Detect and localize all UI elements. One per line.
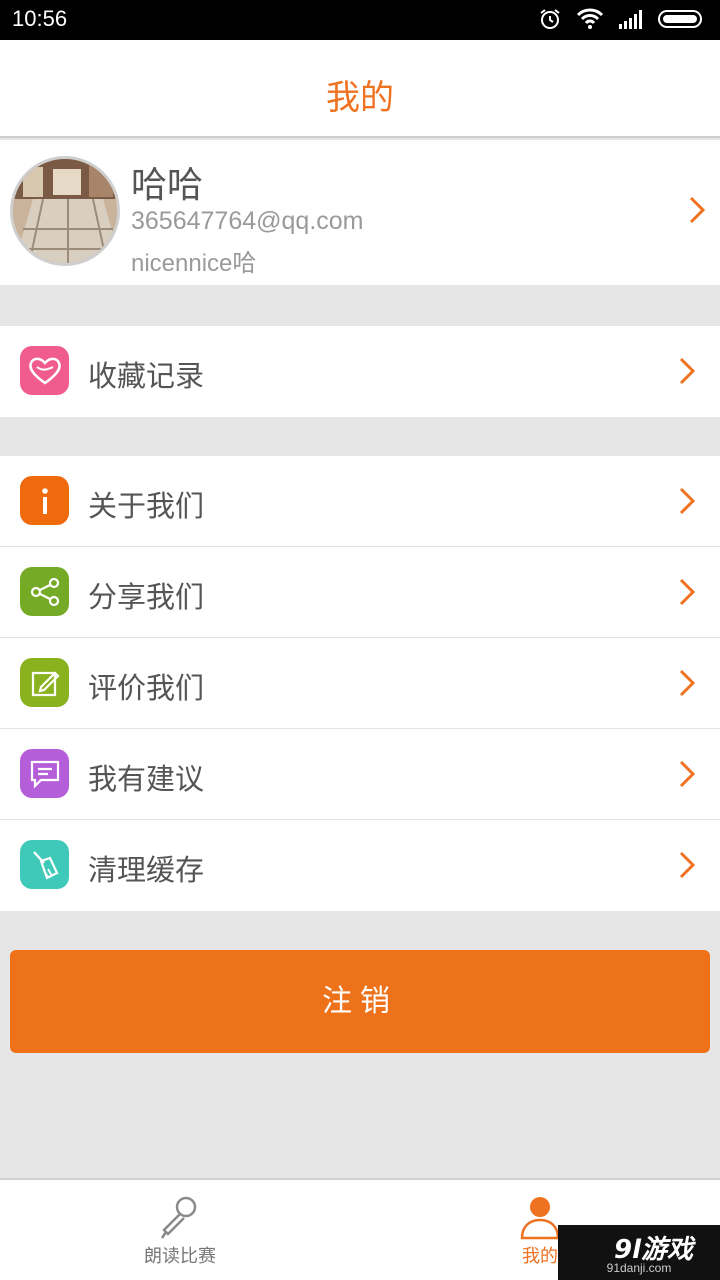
watermark-domain: 91danji.com xyxy=(606,1261,672,1275)
edit-icon xyxy=(20,658,69,707)
battery-icon xyxy=(658,9,706,29)
person-icon xyxy=(516,1194,564,1244)
chevron-right-icon xyxy=(688,195,706,229)
chevron-right-icon xyxy=(678,668,696,702)
info-icon xyxy=(20,476,69,525)
status-bar: 10:56 xyxy=(0,0,720,40)
chevron-right-icon xyxy=(678,850,696,884)
heart-icon xyxy=(20,346,69,395)
profile-name: 哈哈 xyxy=(131,165,204,206)
wifi-icon xyxy=(576,8,604,30)
logout-button[interactable]: 注销 xyxy=(10,950,710,1053)
profile-card[interactable]: 哈哈 365647764@qq.com nicennice哈 xyxy=(0,140,720,285)
menu-item-label: 收藏记录 xyxy=(88,359,205,393)
tab-label: 朗读比赛 xyxy=(144,1246,216,1267)
profile-nickname: nicennice哈 xyxy=(131,250,257,277)
menu-item-suggest[interactable]: 我有建议 xyxy=(0,729,720,820)
menu-item-share[interactable]: 分享我们 xyxy=(0,547,720,638)
status-time: 10:56 xyxy=(12,6,68,31)
menu-item-label: 关于我们 xyxy=(88,489,205,523)
menu-item-label: 清理缓存 xyxy=(88,853,205,887)
chevron-right-icon xyxy=(678,577,696,611)
chevron-right-icon xyxy=(678,356,696,390)
chevron-right-icon xyxy=(678,759,696,793)
microphone-icon xyxy=(156,1194,204,1244)
app-header: 我的 xyxy=(0,40,720,138)
menu-group-favorites: 收藏记录 xyxy=(0,326,720,417)
menu-item-favorites[interactable]: 收藏记录 xyxy=(0,326,720,417)
avatar[interactable] xyxy=(10,156,120,266)
page-title: 我的 xyxy=(326,78,394,118)
tab-reading-contest[interactable]: 朗读比赛 xyxy=(90,1180,270,1280)
signal-icon xyxy=(618,9,644,29)
alarm-icon xyxy=(538,7,562,31)
menu-item-rate[interactable]: 评价我们 xyxy=(0,638,720,729)
menu-item-label: 分享我们 xyxy=(88,580,205,614)
profile-email: 365647764@qq.com xyxy=(131,207,364,235)
broom-icon xyxy=(20,840,69,889)
menu-item-label: 我有建议 xyxy=(88,762,205,796)
share-icon xyxy=(20,567,69,616)
chevron-right-icon xyxy=(678,486,696,520)
menu-group-main: 关于我们 分享我们 评价我们 我有建议 清理缓存 xyxy=(0,456,720,911)
watermark-logo: 9l游戏 91danji.com xyxy=(558,1225,720,1280)
menu-item-about[interactable]: 关于我们 xyxy=(0,456,720,547)
menu-item-label: 评价我们 xyxy=(88,671,205,705)
message-icon xyxy=(20,749,69,798)
status-icons xyxy=(538,7,706,31)
menu-item-clear-cache[interactable]: 清理缓存 xyxy=(0,820,720,911)
